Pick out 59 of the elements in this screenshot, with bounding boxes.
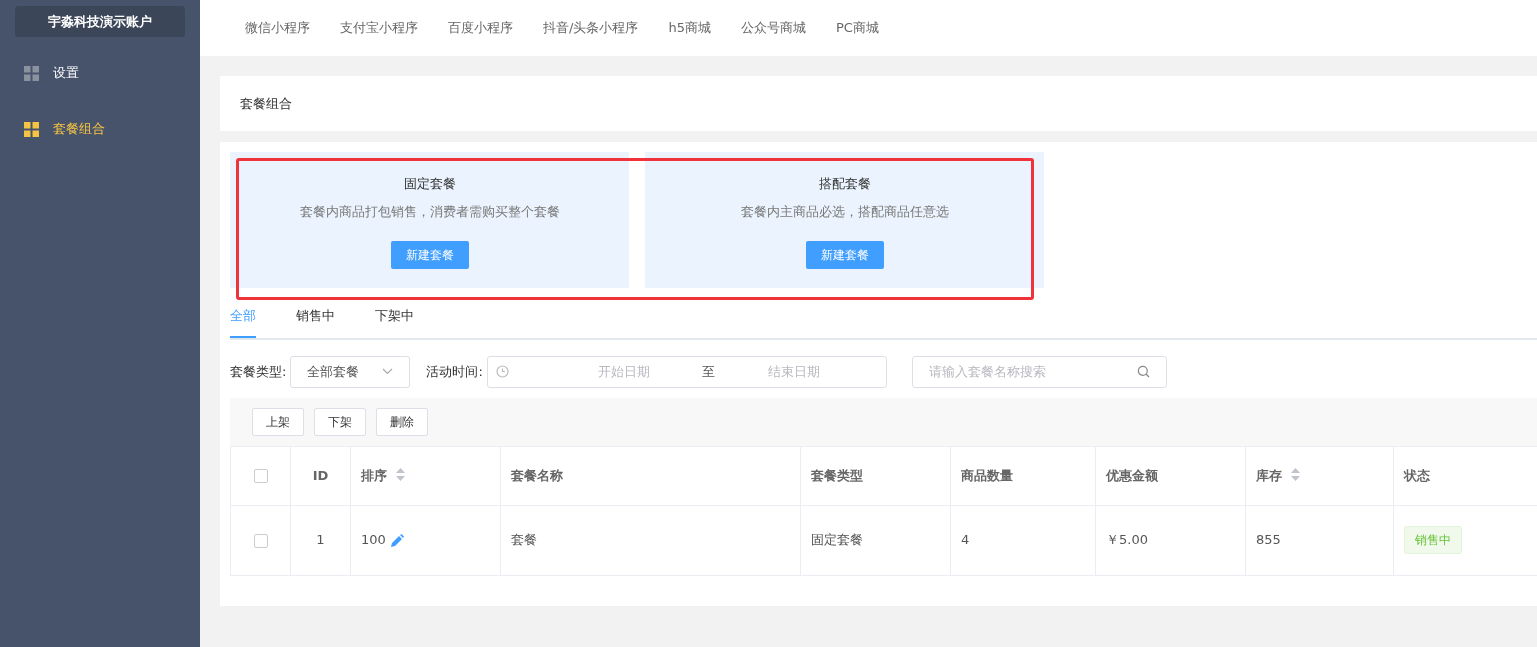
header-cell[interactable]: 库存	[1245, 446, 1394, 505]
sidebar-item[interactable]: 设置	[15, 45, 185, 101]
card-description: 套餐内商品打包销售，消费者需购买整个套餐	[299, 202, 560, 221]
account-name: 宇淼科技演示账户	[15, 6, 185, 37]
chevron-down-icon	[382, 368, 394, 375]
select-value: 全部套餐	[307, 362, 360, 381]
search-placeholder: 请输入套餐名称搜索	[928, 362, 1046, 381]
sort-icon[interactable]	[395, 467, 405, 481]
sort-icon[interactable]	[1290, 467, 1300, 481]
grid-icon	[24, 65, 39, 81]
bulk-action-button[interactable]: 上架	[252, 407, 304, 436]
filter-label: 活动时间:	[426, 362, 483, 381]
status-tag: 销售中	[1404, 526, 1462, 555]
status-tab[interactable]: 销售中	[296, 306, 335, 338]
status-tab[interactable]: 下架中	[375, 306, 414, 338]
platform-tab[interactable]: PC商城	[835, 18, 879, 38]
end-date-placeholder: 结束日期	[766, 362, 821, 381]
sidebar-label: 套餐组合	[53, 120, 105, 139]
column-header[interactable]: 排序	[361, 467, 387, 483]
platform-tab[interactable]: 微信小程序	[245, 18, 310, 38]
table-cell: 855	[1256, 532, 1281, 548]
table-cell: 固定套餐	[811, 532, 863, 548]
platform-tab[interactable]: 公众号商城	[740, 18, 806, 38]
checkbox[interactable]	[253, 469, 268, 484]
column-header: 商品数量	[961, 467, 1013, 483]
range-separator: 至	[701, 362, 717, 381]
platform-tab[interactable]: 百度小程序	[448, 18, 513, 38]
column-header[interactable]: 库存	[1256, 467, 1282, 483]
table-cell: 1	[316, 532, 325, 548]
bulk-action-button[interactable]: 下架	[314, 407, 366, 436]
sidebar-item[interactable]: 套餐组合	[15, 101, 185, 157]
column-header: 套餐类型	[811, 467, 863, 483]
card-description: 套餐内主商品必选，搭配商品任意选	[740, 202, 949, 221]
search-icon	[1136, 365, 1150, 378]
grid-icon	[24, 121, 39, 137]
platform-tab[interactable]: h5商城	[668, 18, 711, 38]
platform-tab[interactable]: 支付宝小程序	[340, 18, 418, 38]
type-select[interactable]: 全部套餐	[290, 355, 411, 388]
column-header: 状态	[1404, 467, 1430, 483]
table-cell: ￥5.00	[1106, 532, 1148, 548]
pencil-icon[interactable]	[389, 533, 404, 548]
card-title: 固定套餐	[403, 175, 456, 193]
column-header: ID	[312, 467, 329, 483]
bulk-action-button[interactable]: 删除	[376, 407, 428, 436]
clock-icon	[495, 365, 509, 378]
column-header: 套餐名称	[511, 467, 563, 483]
start-date-placeholder: 开始日期	[596, 362, 651, 381]
table-cell: 100	[361, 532, 386, 548]
column-header: 优惠金额	[1106, 467, 1158, 483]
card-title: 搭配套餐	[818, 175, 871, 193]
checkbox[interactable]	[253, 533, 268, 548]
table-cell: 4	[961, 532, 970, 548]
panel-title: 套餐组合	[240, 94, 292, 113]
header-cell[interactable]: 排序	[350, 446, 501, 505]
platform-tab[interactable]: 抖音/头条小程序	[543, 18, 639, 38]
date-range-field[interactable]: 开始日期 至 结束日期	[486, 355, 887, 388]
filter-label: 套餐类型:	[230, 362, 287, 381]
table-cell: 套餐	[511, 532, 537, 548]
sidebar-label: 设置	[53, 64, 79, 83]
